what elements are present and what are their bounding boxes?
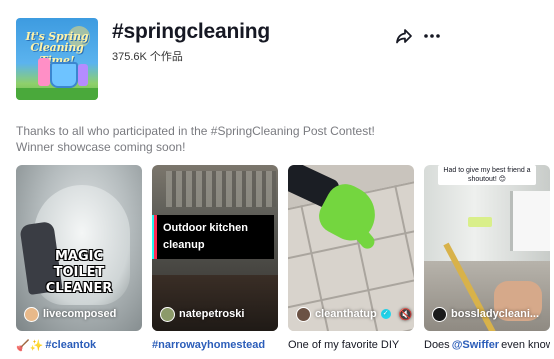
author-name: natepetroski (179, 308, 245, 320)
video-overlay-text: CLEANER (45, 281, 113, 296)
share-button[interactable] (394, 26, 414, 46)
caption-text: even know (501, 339, 550, 351)
caption-text: One of my favorite DIY (288, 339, 400, 351)
author-name: bossladycleani... (451, 308, 540, 320)
caption-mention-link[interactable]: @Swiffer (452, 339, 499, 351)
muted-speaker-icon[interactable]: 🔇 (399, 308, 413, 321)
video-overlay-text: cleanup (163, 239, 205, 251)
video-overlay-text: Outdoor kitchen (163, 222, 248, 234)
video-overlay-text: TOILET (53, 265, 105, 280)
hashtag-cover-image: It's Spring Cleaning Time! (16, 18, 98, 100)
video-thumbnail[interactable]: Outdoor kitchen cleanup natepetroski (152, 165, 278, 331)
window-scene (510, 191, 550, 251)
caption-text: Does (424, 339, 450, 351)
video-thumbnail[interactable]: MAGIC TOILET CLEANER livecomposed (16, 165, 142, 331)
cover-grass-decoration (16, 88, 98, 100)
video-caption: Does @Swiffer even know (424, 337, 550, 353)
caption-hashtag-link[interactable]: #narrowayhomestead (152, 339, 265, 351)
avatar (296, 306, 311, 322)
author-name: livecomposed (43, 308, 117, 320)
video-caption: One of my favorite DIY (288, 337, 414, 353)
more-options-button[interactable] (422, 26, 442, 46)
video-author[interactable]: livecomposed (24, 305, 116, 323)
video-caption: 🪠✨ #cleantok (16, 337, 142, 353)
avatar (432, 306, 447, 322)
mop-head-scene (468, 217, 492, 227)
cover-bottle-illustration (38, 58, 50, 86)
post-count: 375.6K 个作品 (112, 51, 183, 63)
video-thumbnail[interactable]: cleanthatup ✓ 🔇 (288, 165, 414, 331)
video-thumbnail[interactable]: Had to give my best friend a shoutout! 😊… (424, 165, 550, 331)
avatar (24, 306, 39, 322)
hashtag-description: Thanks to all who participated in the #S… (16, 123, 375, 155)
video-grid: MAGIC TOILET CLEANER livecomposed 🪠✨ #cl… (16, 165, 554, 359)
video-overlay-note: Had to give my best friend a shoutout! 😊 (438, 165, 536, 185)
author-name: cleanthatup (315, 308, 377, 320)
hashtag-title: #springcleaning (112, 20, 271, 43)
video-overlay-text: MAGIC (54, 249, 104, 264)
description-line-1: Thanks to all who participated in the #S… (16, 124, 375, 138)
grill-scene (166, 171, 276, 207)
avatar (160, 306, 175, 322)
caption-hashtag-link[interactable]: #cleantok (45, 339, 96, 351)
cover-spray-illustration (78, 64, 88, 86)
more-horizontal-icon (424, 34, 440, 38)
caption-emoji: 🪠✨ (16, 339, 44, 352)
hashtag-header: It's Spring Cleaning Time! #springcleani… (16, 18, 538, 102)
video-author[interactable]: cleanthatup ✓ 🔇 (296, 305, 412, 323)
video-caption: #narrowayhomestead (152, 337, 278, 353)
share-arrow-icon (396, 29, 412, 44)
video-author[interactable]: bossladycleani... (432, 305, 539, 323)
cover-bucket-illustration (50, 62, 78, 88)
verified-badge-icon: ✓ (380, 309, 391, 319)
video-author[interactable]: natepetroski (160, 305, 244, 323)
description-line-2: Winner showcase coming soon! (16, 140, 186, 154)
video-overlay-label: Outdoor kitchen cleanup (154, 215, 274, 259)
